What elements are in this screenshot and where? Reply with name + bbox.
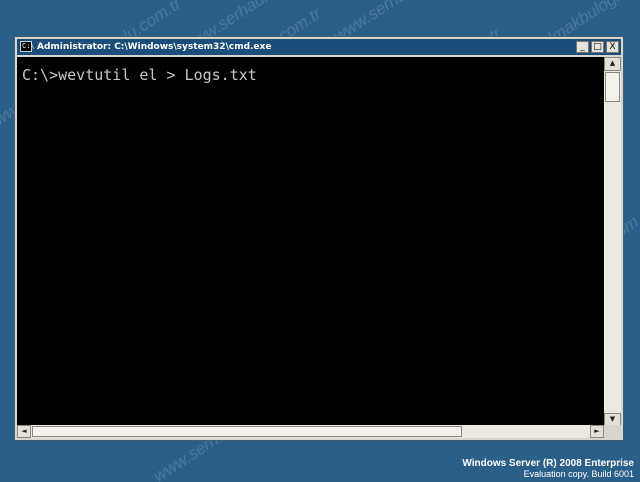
- horizontal-scroll-thumb[interactable]: [32, 426, 462, 437]
- console-line: C:\>wevtutil el > Logs.txt: [22, 66, 257, 84]
- scroll-up-button[interactable]: ▲: [604, 57, 621, 71]
- cmd-icon[interactable]: C:\: [20, 41, 35, 52]
- window-title: Administrator: C:\Windows\system32\cmd.e…: [37, 42, 272, 52]
- os-branding: Windows Server (R) 2008 Enterprise Evalu…: [462, 458, 634, 480]
- scroll-left-button[interactable]: ◄: [17, 425, 31, 438]
- cmd-window: C:\ Administrator: C:\Windows\system32\c…: [14, 36, 624, 441]
- os-edition: Windows Server (R) 2008 Enterprise: [462, 458, 634, 469]
- maximize-button[interactable]: □: [591, 41, 604, 53]
- scroll-right-button[interactable]: ►: [590, 425, 604, 438]
- horizontal-scrollbar[interactable]: ◄ ►: [17, 425, 604, 438]
- vertical-scrollbar[interactable]: ▲ ▼: [604, 57, 621, 427]
- title-bar[interactable]: C:\ Administrator: C:\Windows\system32\c…: [17, 39, 621, 55]
- os-build: Evaluation copy. Build 6001: [523, 469, 634, 479]
- close-button[interactable]: X: [606, 41, 619, 53]
- console-output[interactable]: C:\>wevtutil el > Logs.txt: [17, 57, 604, 427]
- minimize-button[interactable]: _: [576, 41, 589, 53]
- resize-grip[interactable]: [604, 425, 621, 438]
- vertical-scroll-thumb[interactable]: [605, 72, 620, 102]
